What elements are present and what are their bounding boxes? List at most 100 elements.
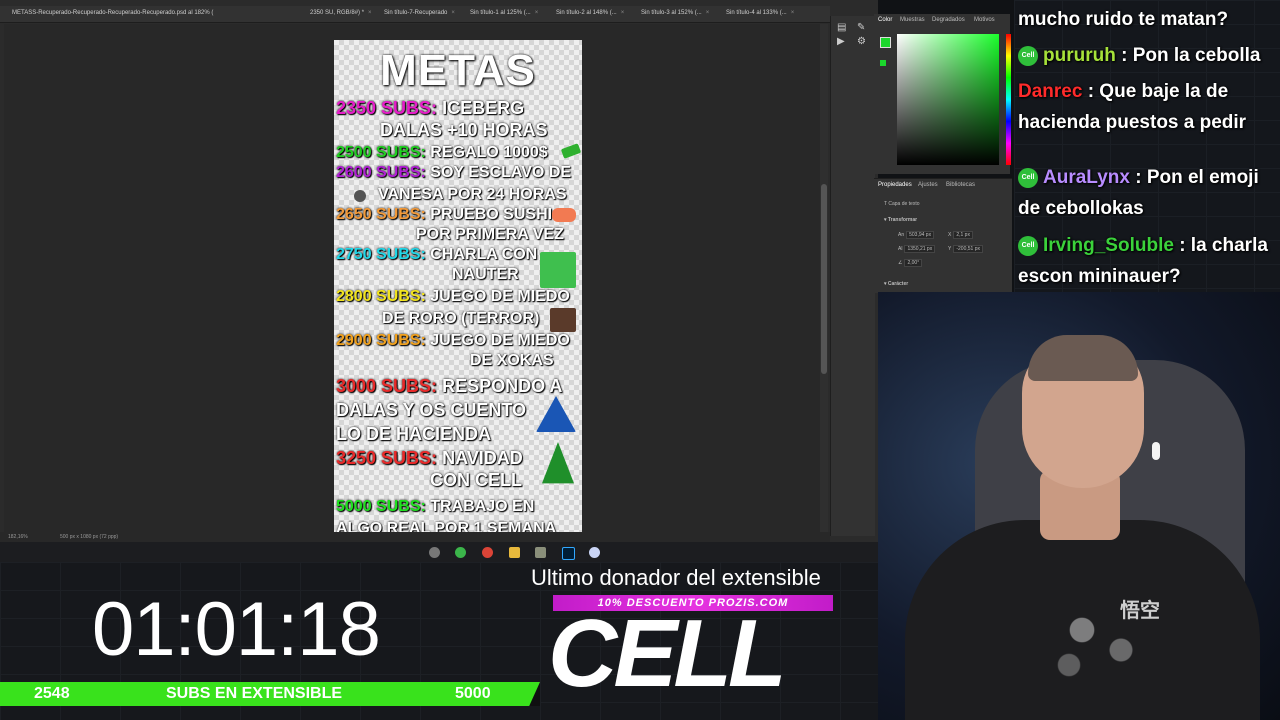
chat-message: Cell pururuh : Pon la cebolla — [1018, 40, 1280, 71]
close-tab-icon[interactable]: × — [451, 10, 455, 16]
goal-line: DALAS Y OS CUENTO — [336, 400, 526, 421]
layer-type-label: T Capa de texto — [884, 201, 920, 207]
goal-subs: 2650 SUBS: — [336, 206, 426, 223]
goal-reward: REGALO 1000$ — [425, 144, 548, 161]
money-emoji — [560, 143, 582, 159]
color-picker-field[interactable] — [897, 34, 999, 165]
close-tab-icon[interactable]: × — [706, 10, 710, 16]
height-input[interactable]: 1350,21 px — [904, 245, 936, 253]
width-input[interactable]: 503,94 px — [906, 231, 935, 239]
goal-line: VANESA POR 24 HORAS — [378, 186, 566, 204]
goal-reward: DE XOKAS — [470, 352, 554, 369]
chat-message: mucho ruido te matan? — [1018, 4, 1280, 35]
goal-line: DE RORO (TERROR) — [382, 310, 539, 328]
y-input[interactable]: -200,51 px — [953, 245, 983, 253]
angle-input[interactable]: 2,00° — [904, 259, 923, 267]
clock-app-icon[interactable] — [429, 547, 440, 558]
color-panel-tab[interactable]: Degradados — [932, 17, 965, 23]
document-tab[interactable]: 2350 SU, RGB/8#) * × — [310, 10, 372, 16]
angle-icon: ∠ — [898, 260, 903, 266]
scrollbar-thumb[interactable] — [821, 184, 827, 374]
document-tab[interactable]: METASS-Recuperado-Recuperado-Recuperado-… — [12, 10, 213, 16]
goal-line: 2750 SUBS: CHARLA CON — [336, 246, 537, 264]
zoom-level[interactable]: 182,16% — [8, 534, 28, 540]
earbud-icon — [1152, 442, 1160, 460]
chat-message: Cell AuraLynx : Pon el emoji de cebolloka… — [1018, 162, 1280, 224]
document-tab[interactable]: Sin título-7-Recuperado × — [384, 10, 455, 16]
history-icon[interactable]: ▤ — [837, 22, 851, 36]
folder-icon[interactable] — [509, 547, 520, 558]
color-panel-tab[interactable]: Color — [878, 17, 892, 23]
chat-text: : Pon la cebolla — [1115, 45, 1261, 66]
foreground-swatch[interactable] — [880, 37, 891, 48]
chat-username: Irving_Soluble — [1043, 235, 1174, 256]
cell-logo: CELL — [548, 600, 787, 707]
x-input[interactable]: 2,1 px — [953, 231, 973, 239]
chrome-icon[interactable] — [482, 547, 493, 558]
properties-tab[interactable]: Bibliotecas — [946, 182, 975, 188]
vertical-scrollbar[interactable] — [820, 24, 828, 532]
extensible-timer: 01:01:18 — [92, 587, 381, 672]
goal-subs: 5000 SUBS: — [336, 498, 426, 515]
hue-slider[interactable] — [1006, 34, 1011, 165]
christmas-tree-icon — [542, 442, 574, 484]
goal-reward: ICEBERG — [437, 98, 525, 118]
goal-subs: 3250 SUBS: — [336, 448, 438, 468]
goal-line: 2800 SUBS: JUEGO DE MIEDO — [336, 288, 570, 306]
goal-reward: JUEGO DE MIEDO — [425, 288, 570, 305]
document-size: 500 px x 1080 px (72 ppp) — [60, 534, 119, 540]
angle-field-row: ∠ 2,00° — [898, 259, 923, 267]
panel-dock-strip: ▤ ▶ ✎ ⚙ — [830, 16, 875, 536]
chat-message: Danrec : Que baje la de hacienda puestos… — [1018, 76, 1280, 138]
color-panel-tabs: Color Muestras Degradados Motivos — [874, 14, 1010, 26]
color-panel-tab[interactable]: Motivos — [974, 17, 995, 23]
close-tab-icon[interactable]: × — [621, 10, 625, 16]
app-icon[interactable] — [535, 547, 546, 558]
goal-subs: 2500 SUBS: — [336, 144, 426, 161]
play-icon[interactable]: ▶ — [837, 36, 851, 50]
background-swatch[interactable] — [880, 60, 886, 66]
character-section[interactable]: ▾ Carácter — [884, 281, 908, 287]
close-tab-icon[interactable]: × — [535, 10, 539, 16]
transform-section[interactable]: ▾ Transformar — [884, 217, 917, 223]
chat-username: AuraLynx — [1043, 167, 1130, 188]
goal-reward: DALAS Y OS CUENTO — [336, 400, 527, 420]
cell-badge-icon: Cell — [1018, 45, 1038, 66]
nauter-avatar — [540, 252, 576, 288]
y-field-row: Y -200,51 px — [948, 245, 983, 253]
height-field-row: Al 1350,21 px — [898, 245, 936, 253]
document-tab[interactable]: Sin título-1 al 125% (... × — [470, 10, 538, 16]
goal-subs: 2350 SUBS: — [336, 98, 438, 118]
goal-line: CON CELL — [430, 470, 522, 491]
properties-tab[interactable]: Propiedades — [878, 182, 912, 188]
goal-reward: DE RORO (TERROR) — [382, 310, 540, 327]
goal-reward: CHARLA CON — [425, 246, 538, 263]
taskbar — [0, 542, 878, 562]
goal-line: NAUTER — [452, 266, 519, 284]
color-panel-tab[interactable]: Muestras — [900, 17, 925, 23]
person-emoji — [354, 190, 366, 202]
cell-badge-icon: Cell — [1018, 235, 1038, 256]
roro-avatar — [550, 308, 576, 332]
spotify-icon[interactable] — [455, 547, 466, 558]
document-tab[interactable]: Sin título-3 al 152% (... × — [641, 10, 709, 16]
chat-username: Danrec — [1018, 81, 1083, 102]
close-tab-icon[interactable]: × — [791, 10, 795, 16]
goal-line: 2350 SUBS: ICEBERG — [336, 98, 524, 119]
settings-icon[interactable]: ⚙ — [857, 36, 871, 50]
photoshop-icon[interactable] — [562, 547, 575, 560]
document-canvas[interactable]: METAS 2350 SUBS: ICEBERG DALAS +10 HORAS 2… — [334, 40, 582, 532]
goal-reward: JUEGO DE MIEDO — [425, 332, 570, 349]
properties-tab[interactable]: Ajustes — [918, 182, 938, 188]
goal-line: 3250 SUBS: NAVIDAD — [336, 448, 523, 469]
discord-icon[interactable] — [589, 547, 600, 558]
document-tab[interactable]: Sin título-2 al 148% (... × — [556, 10, 624, 16]
document-tab[interactable]: Sin título-4 al 133% (... × — [726, 10, 794, 16]
last-donor-text: Ultimo donador del extensible — [531, 565, 821, 590]
goal-subs: 2800 SUBS: — [336, 288, 426, 305]
close-tab-icon[interactable]: × — [368, 10, 372, 16]
goal-reward: ALGO REAL POR 1 SEMANA — [336, 520, 557, 532]
brush-icon[interactable]: ✎ — [857, 22, 871, 36]
goal-reward: NAUTER — [452, 266, 519, 283]
chat-username: pururuh — [1043, 45, 1116, 66]
